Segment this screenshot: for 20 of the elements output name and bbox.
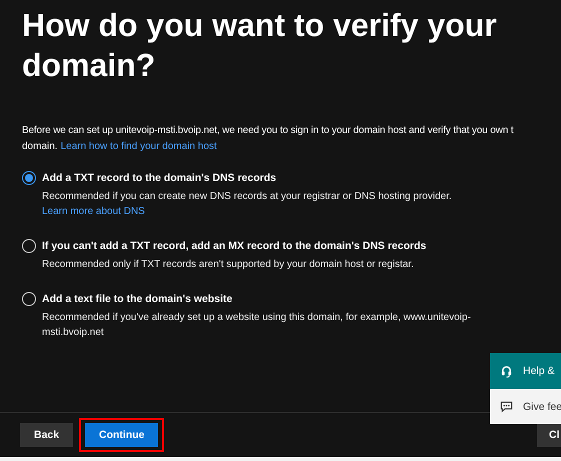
continue-button[interactable]: Continue: [85, 423, 158, 447]
option-description: Recommended if you've already set up a website using this domain, for example, www.unitevoip-msti.bvoip.net: [42, 311, 472, 340]
learn-more-link[interactable]: Learn more about DNS: [42, 206, 145, 217]
option-description: Recommended only if TXT records aren't supported by your domain host or registar.: [42, 258, 415, 272]
radio-button[interactable]: [22, 239, 36, 253]
radio-button[interactable]: [22, 292, 36, 306]
option-description: Recommended if you can create new DNS records at your registrar or DNS hosting provider. Learn more about DNS: [42, 190, 453, 219]
option-label[interactable]: If you can't add a TXT record, add an MX record to the domain's DNS records: [42, 239, 502, 253]
close-button[interactable]: Cl: [537, 423, 561, 447]
intro-text: domain.: [22, 140, 58, 154]
back-button[interactable]: Back: [20, 423, 73, 447]
domain-host-link[interactable]: Learn how to find your domain host: [60, 139, 217, 155]
headset-icon: [500, 364, 513, 378]
intro-text: Before we can set up unitevoip-msti.bvoip.net, we need you to sign in to your domain host and verify that you own t: [22, 124, 514, 138]
help-item[interactable]: Help &: [490, 353, 561, 389]
option-label[interactable]: Add a text file to the domain's website: [42, 292, 502, 306]
radio-button[interactable]: [22, 171, 36, 185]
option-label[interactable]: Add a TXT record to the domain's DNS records: [42, 171, 502, 185]
chat-icon: [500, 400, 513, 413]
page-title: How do you want to verify your domain?: [22, 6, 498, 85]
